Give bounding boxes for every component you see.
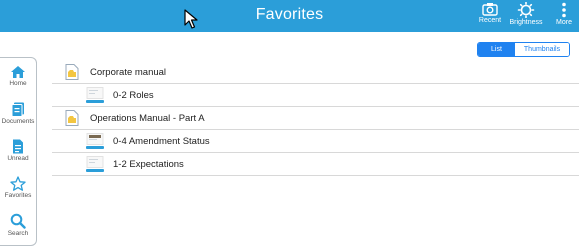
page-thumbnail-icon	[86, 87, 104, 103]
favorites-list: Corporate manual 0-2 Roles Operations Ma…	[52, 61, 579, 176]
document-title: 0-2 Roles	[113, 90, 154, 101]
document-title: 0-4 Amendment Status	[113, 136, 210, 147]
more-button[interactable]: More	[552, 2, 576, 30]
top-bar: Favorites Recent Brightness More	[0, 0, 579, 32]
sun-icon	[517, 2, 535, 18]
sidebar-item-unread[interactable]: Unread	[0, 139, 36, 162]
sidebar-item-search[interactable]: Search	[0, 213, 36, 237]
sidebar-item-label: Favorites	[4, 192, 32, 199]
document-title: Operations Manual - Part A	[90, 113, 205, 124]
documents-icon	[11, 102, 24, 117]
unread-icon	[13, 139, 23, 154]
sidebar-item-label: Home	[9, 80, 27, 87]
document-title: 1-2 Expectations	[113, 159, 184, 170]
list-view-button[interactable]: List	[478, 43, 515, 56]
document-title: Corporate manual	[90, 67, 167, 78]
sidebar-item-label: Search	[7, 230, 29, 237]
camera-icon	[482, 3, 498, 16]
more-label: More	[556, 19, 572, 26]
sidebar-item-label: Documents	[1, 118, 35, 125]
list-item[interactable]: Corporate manual	[52, 61, 579, 84]
sidebar-item-home[interactable]: Home	[0, 65, 36, 87]
thumbnails-view-button[interactable]: Thumbnails	[514, 43, 570, 56]
view-toggle: List Thumbnails	[477, 42, 571, 57]
folder-doc-icon	[65, 110, 79, 126]
more-vertical-icon	[562, 2, 566, 18]
search-icon	[10, 213, 26, 229]
brightness-label: Brightness	[509, 19, 543, 26]
recent-label: Recent	[478, 17, 502, 24]
sidebar-item-favorites[interactable]: Favorites	[0, 176, 36, 199]
recent-button[interactable]: Recent	[476, 2, 504, 30]
sidebar-item-label: Unread	[7, 155, 29, 162]
list-item[interactable]: 1-2 Expectations	[52, 153, 579, 176]
page-thumbnail-icon	[86, 156, 104, 172]
mouse-cursor-icon	[184, 9, 198, 29]
home-icon	[11, 66, 25, 78]
brightness-button[interactable]: Brightness	[506, 2, 546, 30]
list-item[interactable]: 0-2 Roles	[52, 84, 579, 107]
folder-doc-icon	[65, 64, 79, 80]
list-item[interactable]: 0-4 Amendment Status	[52, 130, 579, 153]
page-thumbnail-icon	[86, 133, 104, 149]
star-icon	[10, 176, 26, 191]
sidebar: Home Documents Unread Favorites Search	[0, 57, 37, 246]
sidebar-item-documents[interactable]: Documents	[0, 102, 36, 125]
list-item[interactable]: Operations Manual - Part A	[52, 107, 579, 130]
